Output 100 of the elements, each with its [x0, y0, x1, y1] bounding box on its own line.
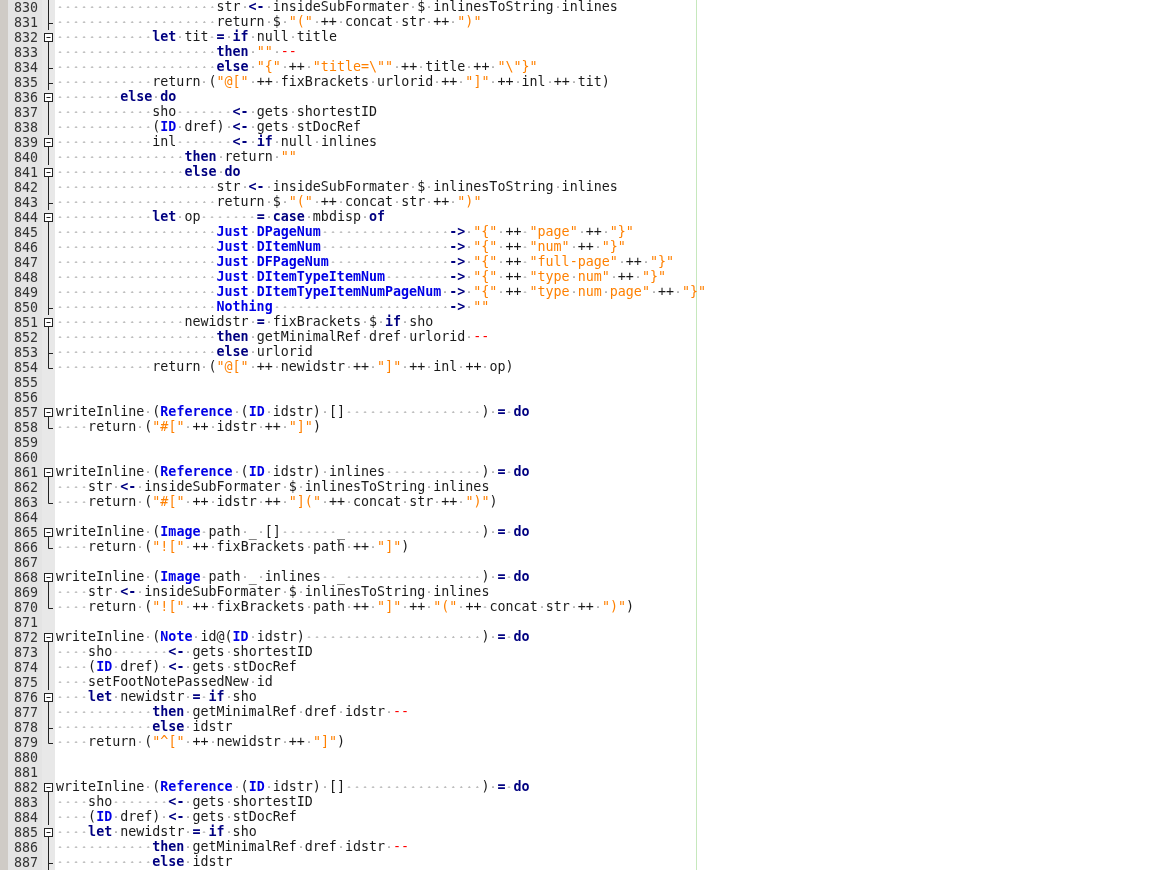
line-number: 850 [12, 300, 39, 315]
line-number: 847 [12, 255, 39, 270]
line-number: 872 [12, 630, 39, 645]
code-line: setFootNotePassedNew id [56, 675, 273, 690]
line-number: 869 [12, 585, 39, 600]
line-number: 852 [12, 330, 39, 345]
fold-collapse-icon[interactable] [42, 210, 55, 225]
line-number: 842 [12, 180, 39, 195]
fold-collapse-icon[interactable] [42, 525, 55, 540]
line-number: 860 [12, 450, 39, 465]
line-number: 862 [12, 480, 39, 495]
fold-collapse-icon[interactable] [42, 630, 55, 645]
line-number: 835 [12, 75, 39, 90]
fold-collapse-icon[interactable] [42, 405, 55, 420]
code-line: writeInline (Reference (ID idstr) [] ) = do [56, 405, 530, 420]
fold-collapse-icon[interactable] [42, 570, 55, 585]
line-number: 854 [12, 360, 39, 375]
code-line: return ("@[" ++ fixBrackets urlorid ++ "]" ++ inl ++ tit) [56, 75, 610, 90]
line-number: 878 [12, 720, 39, 735]
code-line: return ("#[" ++ idstr ++ "](" ++ concat str ++ ")") [56, 495, 498, 510]
code-line: return ("^[" ++ newidstr ++ "]") [56, 735, 345, 750]
line-number: 836 [12, 90, 39, 105]
line-number: 879 [12, 735, 39, 750]
line-number: 833 [12, 45, 39, 60]
code-line: Just DItemNum -> "{" ++ "num" ++ "}" [56, 240, 626, 255]
line-number: 844 [12, 210, 39, 225]
code-line: return ("![" ++ fixBrackets path ++ "]" ++ "(" ++ concat str ++ ")") [56, 600, 634, 615]
code-line: sho <- gets shortestID [56, 645, 313, 660]
code-line: Just DPageNum -> "{" ++ "page" ++ "}" [56, 225, 634, 240]
code-line: writeInline (Note id@(ID idstr) ) = do [56, 630, 530, 645]
code-line: Just DItemTypeItemNum -> "{" ++ "type num" ++ "}" [56, 270, 666, 285]
code-line: let tit = if null title [56, 30, 337, 45]
line-number: 843 [12, 195, 39, 210]
line-number: 841 [12, 165, 39, 180]
fold-collapse-icon[interactable] [42, 30, 55, 45]
code-line: sho <- gets shortestID [56, 795, 313, 810]
code-line: writeInline (Image path _ inlines _ ) = do [56, 570, 530, 585]
line-number: 851 [12, 315, 39, 330]
line-number: 864 [12, 510, 39, 525]
code-line: return ("#[" ++ idstr ++ "]") [56, 420, 321, 435]
line-number: 877 [12, 705, 39, 720]
code-line: return $ "(" ++ concat str ++ ")" [56, 15, 482, 30]
line-number: 856 [12, 390, 39, 405]
line-number: 866 [12, 540, 39, 555]
code-line: str <- insideSubFormater $ inlinesToString inlines [56, 180, 618, 195]
fold-collapse-icon[interactable] [42, 780, 55, 795]
line-number: 883 [12, 795, 39, 810]
line-number: 876 [12, 690, 39, 705]
code-line: (ID dref) <- gets stDocRef [56, 120, 361, 135]
line-number: 871 [12, 615, 39, 630]
line-number: 859 [12, 435, 39, 450]
line-number: 858 [12, 420, 39, 435]
line-number: 880 [12, 750, 39, 765]
code-line: str <- insideSubFormater $ inlinesToString inlines [56, 0, 618, 15]
line-number: 882 [12, 780, 39, 795]
line-number: 867 [12, 555, 39, 570]
line-number: 838 [12, 120, 39, 135]
line-number: 868 [12, 570, 39, 585]
fold-collapse-icon[interactable] [42, 165, 55, 180]
line-number: 846 [12, 240, 39, 255]
code-line: then getMinimalRef dref idstr -- [56, 840, 410, 855]
line-number: 855 [12, 375, 39, 390]
fold-collapse-icon[interactable] [42, 690, 55, 705]
line-number: 881 [12, 765, 39, 780]
code-line: let newidstr = if sho [56, 690, 257, 705]
code-line: return $ "(" ++ concat str ++ ")" [56, 195, 482, 210]
code-line: writeInline (Image path _ [] _ ) = do [56, 525, 530, 540]
line-number: 873 [12, 645, 39, 660]
fold-collapse-icon[interactable] [42, 315, 55, 330]
code-line: newidstr = fixBrackets $ if sho [56, 315, 434, 330]
line-number: 848 [12, 270, 39, 285]
line-number: 887 [12, 855, 39, 870]
code-line: let newidstr = if sho [56, 825, 257, 840]
code-line: writeInline (Reference (ID idstr) inlines ) = do [56, 465, 530, 480]
line-number: 837 [12, 105, 39, 120]
line-number: 849 [12, 285, 39, 300]
line-number: 830 [12, 0, 39, 15]
code-line: else "{" ++ "title=\"" ++ title ++ "\"}" [56, 60, 538, 75]
line-number: 870 [12, 600, 39, 615]
line-number: 853 [12, 345, 39, 360]
fold-collapse-icon[interactable] [42, 135, 55, 150]
line-number: 832 [12, 30, 39, 45]
fold-collapse-icon[interactable] [42, 465, 55, 480]
code-line: let op = case mbdisp of [56, 210, 386, 225]
line-number: 834 [12, 60, 39, 75]
line-number: 885 [12, 825, 39, 840]
code-line: (ID dref) <- gets stDocRef [56, 660, 297, 675]
code-line: then getMinimalRef dref urlorid -- [56, 330, 490, 345]
line-number: 857 [12, 405, 39, 420]
line-number: 875 [12, 675, 39, 690]
line-number: 884 [12, 810, 39, 825]
line-number: 886 [12, 840, 39, 855]
code-line: str <- insideSubFormater $ inlinesToString inlines [56, 480, 490, 495]
code-line: (ID dref) <- gets stDocRef [56, 810, 297, 825]
fold-collapse-icon[interactable] [42, 90, 55, 105]
line-number: 865 [12, 525, 39, 540]
code-line: Just DFPageNum -> "{" ++ "full-page" ++ "}" [56, 255, 674, 270]
code-line: inl <- if null inlines [56, 135, 378, 150]
fold-collapse-icon[interactable] [42, 825, 55, 840]
line-number: 861 [12, 465, 39, 480]
